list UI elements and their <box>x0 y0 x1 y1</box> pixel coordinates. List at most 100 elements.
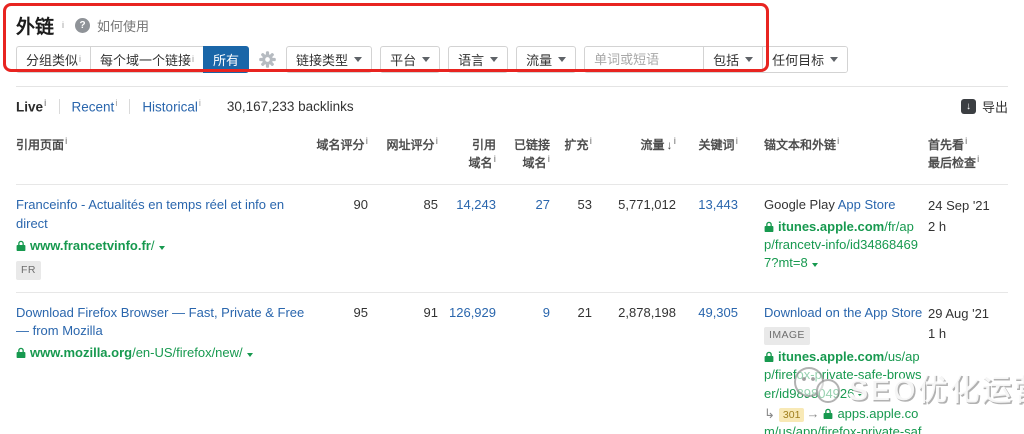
language-label: 语言 <box>458 53 485 68</box>
tab-historical[interactable]: Historicali <box>142 97 201 115</box>
last-check-value: 1 h <box>928 326 947 342</box>
sort-desc-icon: ↓ <box>666 138 673 152</box>
export-file-icon: ↓ <box>960 99 976 114</box>
info-mark: i <box>198 97 201 108</box>
page-title: 外链 <box>16 16 55 38</box>
referring-domains-link[interactable]: 126,929 <box>442 304 496 434</box>
first-seen-date: 24 Sep '21 <box>928 198 990 213</box>
down-arrow-glyph: ↓ <box>965 100 971 112</box>
search-input[interactable] <box>585 47 704 72</box>
domain-rating-value: 95 <box>353 304 368 320</box>
filter-toolbar: 分组类似 i 每个域一个链接 i 所有 链接类型 平台 语言 流量 单词或短语 … <box>16 46 1008 73</box>
keyword-filter-group: 包括 任何目标 <box>584 46 849 73</box>
linked-domains-link[interactable]: 9 <box>500 304 550 434</box>
settings-gear-icon[interactable] <box>259 51 276 68</box>
referring-page-title-link[interactable]: Download Firefox Browser — Fast, Private… <box>16 304 306 342</box>
link-type-label: 链接类型 <box>296 53 349 68</box>
redirect-path: /us/app/firefox-private-safe-browser/id9… <box>774 423 922 434</box>
keywords-link[interactable]: 13,443 <box>680 196 738 280</box>
url-options-caret[interactable] <box>158 245 165 250</box>
linked-domains-link[interactable]: 27 <box>500 196 550 280</box>
url-options-caret[interactable] <box>246 353 253 358</box>
chevron-down-icon <box>830 57 839 62</box>
external-links-value: 21 <box>577 304 592 320</box>
anchor-backlink-cell: Download on the App Store IMAGE itunes.a… <box>742 304 924 434</box>
traffic-value: 5,771,012 <box>618 197 676 212</box>
external-links-value: 53 <box>577 197 592 212</box>
referring-page-cell: Download Firefox Browser — Fast, Private… <box>16 304 306 434</box>
col-referring-domains[interactable]: 引用 域名i <box>442 136 496 172</box>
link-type-dropdown[interactable]: 链接类型 <box>286 46 373 73</box>
anchor-prefix-text: Google Play <box>764 197 838 212</box>
referring-page-title-link[interactable]: Franceinfo - Actualités en temps réel et… <box>16 196 306 234</box>
dates-cell: 29 Aug '21 1 h <box>928 304 1008 434</box>
info-mark: i <box>192 54 195 64</box>
col-external[interactable]: 扩充i <box>554 136 592 172</box>
info-mark: i <box>79 54 82 64</box>
anchor-backlink-cell: Google Play App Store itunes.apple.com/f… <box>742 196 924 280</box>
how-to-use-link[interactable]: 如何使用 <box>97 16 149 35</box>
table-header-row: 引用页面i 域名评分i 网址评分i 引用 域名i 已链接 域名i 扩充i 流量 ↓i … <box>16 126 1008 184</box>
help-icon[interactable]: ? <box>75 17 91 33</box>
platform-label: 平台 <box>390 53 417 68</box>
col-keywords[interactable]: 关键词i <box>680 136 738 172</box>
group-similar-button[interactable]: 分组类似 i <box>16 46 91 73</box>
url-options-caret[interactable] <box>858 393 865 398</box>
referring-domains-link[interactable]: 14,243 <box>442 196 496 280</box>
redirect-arrow-icon: → <box>806 405 820 421</box>
report-header: 外链 i ? 如何使用 分组类似 i 每个域一个链接 i 所有 链接类型 平台 … <box>0 0 1024 87</box>
url-options-caret[interactable] <box>811 263 818 268</box>
first-seen-date: 29 Aug '21 <box>928 305 990 321</box>
anchor-link[interactable]: App Store <box>838 197 896 212</box>
any-target-label: 任何目标 <box>772 53 825 68</box>
one-link-per-domain-button[interactable]: 每个域一个链接 i <box>90 46 204 73</box>
table-row: Franceinfo - Actualités en temps réel et… <box>16 184 1008 292</box>
backlinks-count: 30,167,233 backlinks <box>226 99 354 114</box>
image-badge: IMAGE <box>764 326 810 346</box>
anchor-link[interactable]: Download on the App Store <box>764 305 922 320</box>
referring-page-domain: www.mozilla.org <box>30 345 133 361</box>
include-dropdown[interactable]: 包括 <box>703 47 763 72</box>
include-label: 包括 <box>713 53 740 68</box>
mode-tabs-row: Livei Recenti Historicali 30,167,233 bac… <box>0 87 1024 126</box>
redirect-line: ↳ 301 → apps.apple.com/us/app/firefox-priva… <box>764 405 924 434</box>
tab-historical-label: Historical <box>142 99 198 115</box>
chevron-down-icon <box>558 57 567 62</box>
table-row: Download Firefox Browser — Fast, Private… <box>16 291 1008 434</box>
keywords-link[interactable]: 49,305 <box>680 304 738 434</box>
chevron-down-icon <box>422 57 431 62</box>
tab-separator <box>129 99 131 114</box>
domain-rating-value: 90 <box>353 197 368 212</box>
lock-icon <box>764 219 774 237</box>
export-button[interactable]: ↓ 导出 <box>960 97 1008 116</box>
col-traffic-sorted[interactable]: 流量 ↓i <box>596 136 676 172</box>
info-mark: i <box>115 97 118 108</box>
backlink-domain: itunes.apple.com <box>778 349 885 365</box>
chevron-down-icon <box>354 57 363 62</box>
any-target-dropdown[interactable]: 任何目标 <box>762 47 848 72</box>
last-check-value: 2 h <box>928 218 947 234</box>
chevron-down-icon <box>490 57 499 62</box>
all-links-button[interactable]: 所有 <box>203 46 250 73</box>
lock-icon <box>16 238 26 256</box>
group-similar-label: 分组类似 <box>26 53 79 68</box>
platform-dropdown[interactable]: 平台 <box>380 46 441 73</box>
col-linked-domains[interactable]: 已链接 域名i <box>500 136 550 172</box>
language-badge: FR <box>16 261 41 280</box>
backlinks-table: 引用页面i 域名评分i 网址评分i 引用 域名i 已链接 域名i 扩充i 流量 ↓i … <box>0 126 1024 434</box>
referring-page-path: /en-US/firefox/new/ <box>132 345 243 361</box>
referring-page-domain: www.francetvinfo.fr <box>30 237 151 253</box>
col-url-rating[interactable]: 网址评分i <box>372 136 438 172</box>
url-rating-value: 85 <box>423 197 438 212</box>
question-glyph: ? <box>79 19 86 31</box>
backlinks-report-page: 外链 i ? 如何使用 分组类似 i 每个域一个链接 i 所有 链接类型 平台 … <box>0 0 1024 434</box>
one-link-per-domain-label: 每个域一个链接 <box>100 53 192 68</box>
tab-recent[interactable]: Recenti <box>72 97 118 114</box>
tab-live[interactable]: Livei <box>16 98 47 115</box>
tab-live-label: Live <box>16 99 44 115</box>
traffic-dropdown[interactable]: 流量 <box>516 46 577 73</box>
language-dropdown[interactable]: 语言 <box>448 46 509 73</box>
col-domain-rating[interactable]: 域名评分i <box>310 136 368 172</box>
referring-page-path: / <box>150 237 155 253</box>
redirect-branch-icon: ↳ <box>764 405 775 421</box>
